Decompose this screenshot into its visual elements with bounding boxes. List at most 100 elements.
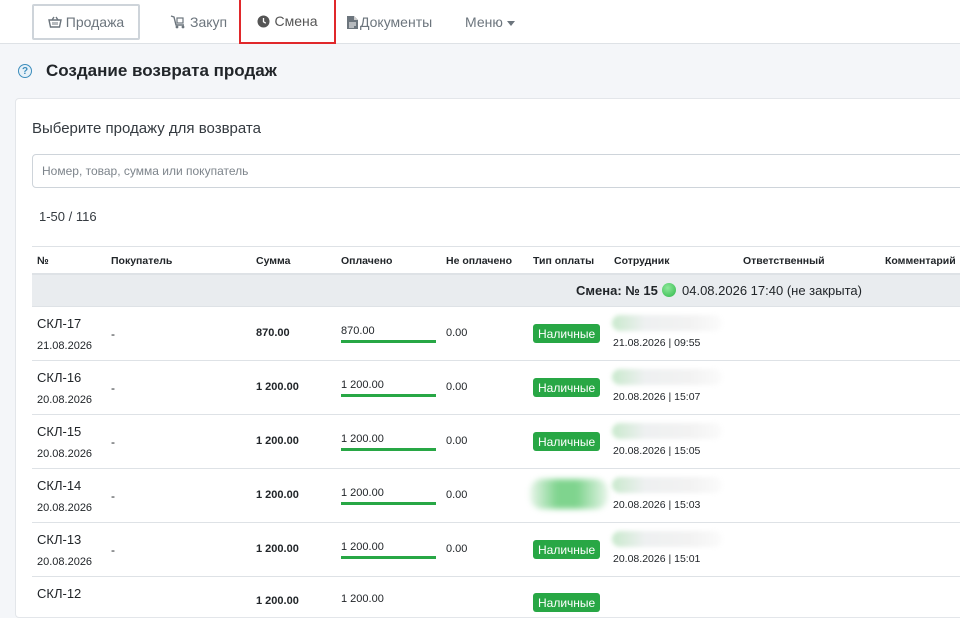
- nav-shift-label: Смена: [274, 13, 318, 29]
- paid-value: 870.00: [341, 325, 375, 337]
- nav-purchase-label: Закуп: [190, 14, 228, 30]
- cart-dolly-icon: [170, 15, 186, 29]
- paid-value: 1 200.00: [341, 487, 384, 499]
- sum-cell: 1 200.00: [256, 381, 299, 393]
- sale-number: СКЛ-16: [37, 370, 82, 385]
- payment-type-badge: Наличные: [533, 378, 601, 397]
- header-pay-type: Тип оплаты: [533, 255, 595, 267]
- header-comment: Комментарий: [885, 255, 956, 267]
- header-employee: Сотрудник: [614, 255, 670, 267]
- nav-menu-dropdown[interactable]: Меню: [465, 4, 515, 40]
- unpaid-cell: 0.00: [446, 381, 468, 393]
- sale-date: 20.08.2026: [37, 394, 93, 406]
- blurred-employee-name: [612, 477, 722, 493]
- sale-number: СКЛ-12: [37, 586, 82, 601]
- unpaid-cell: 0.00: [446, 543, 468, 555]
- header-sum: Сумма: [256, 255, 291, 267]
- paid-value: 1 200.00: [341, 433, 384, 445]
- top-navbar: Продажа Закуп Смена Документы Меню: [0, 0, 960, 44]
- paid-value: 1 200.00: [341, 379, 384, 391]
- paid-value: 1 200.00: [341, 593, 384, 605]
- paid-progress-bar: [341, 448, 436, 451]
- buyer-cell: -: [111, 543, 115, 557]
- caret-down-icon: [506, 20, 515, 26]
- blurred-employee-name: [612, 531, 722, 547]
- document-icon: [347, 15, 358, 29]
- nav-sale-button[interactable]: Продажа: [32, 4, 140, 40]
- nav-menu-label: Меню: [465, 14, 503, 30]
- sale-number: СКЛ-13: [37, 532, 82, 547]
- blurred-employee-name: [612, 369, 722, 385]
- header-responsible: Ответственный: [743, 255, 825, 267]
- paid-cell: 1 200.00: [341, 433, 436, 451]
- clock-icon: [257, 15, 270, 28]
- paid-progress-bar: [341, 502, 436, 505]
- header-number: №: [37, 255, 49, 267]
- paid-progress-bar: [341, 340, 436, 343]
- table-row[interactable]: СКЛ-16 20.08.2026 - 1 200.00 1 200.00 0.…: [32, 361, 960, 415]
- employee-date: 20.08.2026 | 15:07: [613, 391, 701, 403]
- paid-cell: 1 200.00: [341, 487, 436, 505]
- paid-cell: 1 200.00: [341, 541, 436, 559]
- blurred-employee-name: [612, 315, 722, 331]
- employee-date: 20.08.2026 | 15:01: [613, 553, 701, 565]
- paid-progress-bar: [341, 556, 436, 559]
- paid-cell: 870.00: [341, 325, 436, 343]
- sum-cell: 1 200.00: [256, 543, 299, 555]
- paid-value: 1 200.00: [341, 541, 384, 553]
- search-input[interactable]: [32, 154, 960, 188]
- header-unpaid: Не оплачено: [446, 255, 513, 267]
- nav-shift-button[interactable]: Смена: [239, 0, 336, 44]
- sum-cell: 870.00: [256, 327, 290, 339]
- buyer-cell: -: [111, 435, 115, 449]
- help-icon[interactable]: ?: [18, 64, 32, 78]
- buyer-cell: -: [111, 381, 115, 395]
- card-subtitle: Выберите продажу для возврата: [32, 120, 261, 137]
- payment-type-badge: Наличные: [533, 593, 601, 612]
- payment-type-badge: Наличные: [533, 540, 601, 559]
- shift-group-row: Смена: № 15 04.08.2026 17:40 (не закрыта…: [32, 275, 960, 307]
- sale-date: 20.08.2026: [37, 502, 93, 514]
- table-header: № Покупатель Сумма Оплачено Не оплачено …: [32, 246, 960, 275]
- page-title: Создание возврата продаж: [46, 61, 277, 80]
- sum-cell: 1 200.00: [256, 595, 299, 607]
- sale-number: СКЛ-15: [37, 424, 82, 439]
- table-row[interactable]: СКЛ-14 20.08.2026 - 1 200.00 1 200.00 0.…: [32, 469, 960, 523]
- payment-type-badge: Наличные: [533, 324, 601, 343]
- shift-info: 04.08.2026 17:40 (не закрыта): [682, 283, 862, 298]
- status-dot-icon: [662, 283, 676, 297]
- unpaid-cell: 0.00: [446, 327, 468, 339]
- payment-type-badge: Наличные: [533, 432, 601, 451]
- paid-cell: 1 200.00: [341, 593, 436, 605]
- unpaid-cell: 0.00: [446, 489, 468, 501]
- sale-date: 20.08.2026: [37, 448, 93, 460]
- sale-date: 20.08.2026: [37, 556, 93, 568]
- employee-date: 20.08.2026 | 15:05: [613, 445, 701, 457]
- paid-cell: 1 200.00: [341, 379, 436, 397]
- nav-documents-label: Документы: [360, 14, 433, 30]
- shift-label: Смена: № 15: [576, 283, 658, 298]
- sale-date: 21.08.2026: [37, 340, 93, 352]
- nav-sale-label: Продажа: [65, 14, 125, 30]
- table-row[interactable]: СКЛ-13 20.08.2026 - 1 200.00 1 200.00 0.…: [32, 523, 960, 577]
- sum-cell: 1 200.00: [256, 489, 299, 501]
- sum-cell: 1 200.00: [256, 435, 299, 447]
- table-row[interactable]: СКЛ-15 20.08.2026 - 1 200.00 1 200.00 0.…: [32, 415, 960, 469]
- buyer-cell: -: [111, 327, 115, 341]
- table-row[interactable]: СКЛ-17 21.08.2026 - 870.00 870.00 0.00 Н…: [32, 307, 960, 361]
- sale-number: СКЛ-14: [37, 478, 82, 493]
- sale-number: СКЛ-17: [37, 316, 82, 331]
- header-buyer: Покупатель: [111, 255, 173, 267]
- employee-date: 20.08.2026 | 15:03: [613, 499, 701, 511]
- blurred-payment-badge: [530, 479, 608, 509]
- paid-progress-bar: [341, 394, 436, 397]
- employee-date: 21.08.2026 | 09:55: [613, 337, 701, 349]
- nav-documents-button[interactable]: Документы: [347, 4, 432, 40]
- unpaid-cell: 0.00: [446, 435, 468, 447]
- basket-icon: [47, 16, 62, 28]
- header-paid: Оплачено: [341, 255, 393, 267]
- pagination-info: 1-50 / 116: [39, 209, 97, 224]
- nav-purchase-button[interactable]: Закуп: [170, 4, 227, 40]
- buyer-cell: -: [111, 489, 115, 503]
- table-row[interactable]: СКЛ-12 1 200.00 1 200.00 Наличные: [32, 577, 960, 612]
